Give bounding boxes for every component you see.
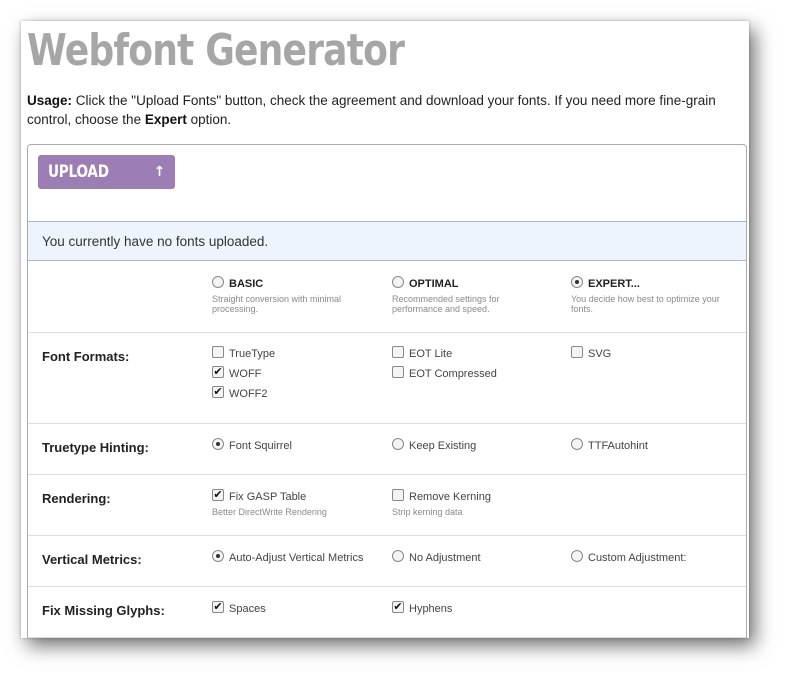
hinting-font-squirrel[interactable]: Font Squirrel <box>212 438 292 459</box>
usage-expert: Expert <box>144 112 187 127</box>
metrics-row: Vertical Metrics: Auto-Adjust Vertical M… <box>28 536 746 587</box>
remove-kerning-checkbox[interactable] <box>392 489 404 502</box>
font-formats-col2: EOT Lite EOT Compressed <box>392 346 497 387</box>
mode-basic-label: BASIC <box>229 278 264 290</box>
eot-compressed-checkbox[interactable] <box>392 366 404 379</box>
truetype-checkbox[interactable] <box>212 346 224 359</box>
mode-expert-radio[interactable] <box>571 276 583 289</box>
woff-checkbox[interactable]: ✔ <box>212 366 224 379</box>
format-woff2[interactable]: ✔ WOFF2 <box>212 386 275 407</box>
remove-kerning-option[interactable]: Remove Kerning <box>392 489 491 504</box>
auto-adjust-radio[interactable] <box>212 550 224 563</box>
fix-gasp-desc: Better DirectWrite Rendering <box>212 507 327 517</box>
no-fonts-notice: You currently have no fonts uploaded. <box>28 221 746 261</box>
hinting-row: Truetype Hinting: Font Squirrel Keep Exi… <box>28 424 746 475</box>
hinting-keep-existing[interactable]: Keep Existing <box>392 438 476 459</box>
rendering-row: Rendering: ✔ Fix GASP Table Better Direct… <box>28 475 746 536</box>
glyphs-label: Fix Missing Glyphs: <box>42 603 165 618</box>
format-svg[interactable]: SVG <box>571 346 611 367</box>
arrow-up-icon: ↑ <box>153 164 166 180</box>
mode-expert-label: EXPERT... <box>588 278 640 290</box>
mode-basic-radio[interactable] <box>212 276 224 289</box>
mode-expert[interactable]: EXPERT... You decide how best to optimiz… <box>571 276 736 315</box>
glyphs-row: Fix Missing Glyphs: ✔ Spaces ✔ Hyphens <box>28 587 746 638</box>
fix-gasp-option[interactable]: ✔ Fix GASP Table <box>212 489 327 504</box>
format-woff[interactable]: ✔ WOFF <box>212 366 275 387</box>
font-squirrel-radio[interactable] <box>212 438 224 451</box>
usage-text-1: Click the "Upload Fonts" button, check t… <box>27 93 716 127</box>
screenshot-frame: Webfont Generator Usage: Click the "Uplo… <box>21 21 749 638</box>
no-adjustment-radio[interactable] <box>392 550 404 563</box>
mode-optimal-desc: Recommended settings for performance and… <box>392 294 500 315</box>
rendering-label: Rendering: <box>42 491 111 506</box>
hinting-ttfautohint[interactable]: TTFAutohint <box>571 438 648 459</box>
font-formats-label: Font Formats: <box>42 349 130 364</box>
ttfautohint-radio[interactable] <box>571 438 583 451</box>
custom-adjustment-radio[interactable] <box>571 550 583 563</box>
svg-checkbox[interactable] <box>571 346 583 359</box>
page-title: Webfont Generator <box>27 25 405 76</box>
mode-basic-desc: Straight conversion with minimal process… <box>212 294 342 315</box>
format-eot-compressed[interactable]: EOT Compressed <box>392 366 497 387</box>
rendering-kerning: Remove Kerning Strip kerning data <box>392 489 491 517</box>
generator-panel: UPLOAD FONTS ↑ You currently have no fon… <box>27 144 747 638</box>
mode-basic[interactable]: BASIC Straight conversion with minimal p… <box>212 276 372 315</box>
fix-gasp-checkbox[interactable]: ✔ <box>212 489 224 502</box>
mode-optimal[interactable]: OPTIMAL Recommended settings for perform… <box>392 276 542 315</box>
rendering-gasp: ✔ Fix GASP Table Better DirectWrite Rende… <box>212 489 327 517</box>
usage-text-2: option. <box>186 112 232 127</box>
keep-existing-radio[interactable] <box>392 438 404 451</box>
hyphens-checkbox[interactable]: ✔ <box>392 601 404 614</box>
metrics-custom-adjustment[interactable]: Custom Adjustment: <box>571 550 686 571</box>
metrics-label: Vertical Metrics: <box>42 552 142 567</box>
glyph-hyphens[interactable]: ✔ Hyphens <box>392 601 452 622</box>
eot-lite-checkbox[interactable] <box>392 346 404 359</box>
woff2-checkbox[interactable]: ✔ <box>212 386 224 399</box>
mode-expert-desc: You decide how best to optimize your fon… <box>571 294 720 315</box>
metrics-no-adjustment[interactable]: No Adjustment <box>392 550 481 571</box>
hinting-label: Truetype Hinting: <box>42 440 149 455</box>
upload-fonts-label: UPLOAD FONTS <box>48 162 109 216</box>
mode-row: BASIC Straight conversion with minimal p… <box>28 262 746 333</box>
font-formats-col3: SVG <box>571 346 611 367</box>
metrics-auto-adjust[interactable]: Auto-Adjust Vertical Metrics <box>212 550 364 571</box>
glyph-spaces[interactable]: ✔ Spaces <box>212 601 266 622</box>
mode-optimal-label: OPTIMAL <box>409 278 459 290</box>
format-eot-lite[interactable]: EOT Lite <box>392 346 497 367</box>
font-formats-row: Font Formats: TrueType ✔ WOFF ✔ WOFF2 EOT … <box>28 333 746 424</box>
upload-fonts-button[interactable]: UPLOAD FONTS ↑ <box>38 155 175 216</box>
remove-kerning-desc: Strip kerning data <box>392 507 463 517</box>
spaces-checkbox[interactable]: ✔ <box>212 601 224 614</box>
format-truetype[interactable]: TrueType <box>212 346 275 367</box>
mode-optimal-radio[interactable] <box>392 276 404 289</box>
font-formats-col1: TrueType ✔ WOFF ✔ WOFF2 <box>212 346 275 407</box>
usage-label: Usage: <box>27 93 73 108</box>
usage-instructions: Usage: Click the "Upload Fonts" button, … <box>27 91 727 129</box>
